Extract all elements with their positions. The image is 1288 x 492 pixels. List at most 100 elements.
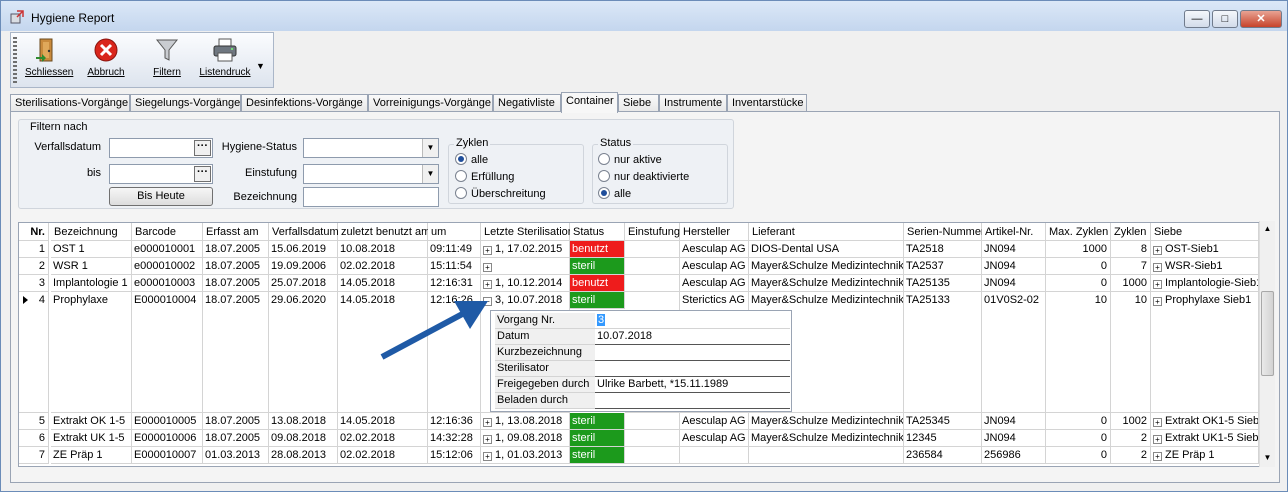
cell-serien[interactable]: 236584	[904, 447, 982, 464]
cell-max[interactable]: 0	[1046, 447, 1111, 464]
cell-serien[interactable]: 12345	[904, 430, 982, 447]
cell-max[interactable]: 10	[1046, 292, 1111, 413]
abbruch-button[interactable]: Abbruch	[84, 37, 128, 87]
cell-erfasst[interactable]: 18.07.2005	[203, 430, 269, 447]
cell-verfall[interactable]: 25.07.2018	[269, 275, 338, 292]
cell-bezeichnung[interactable]: WSR 1	[51, 258, 132, 275]
cell-sterilisation[interactable]: +1, 13.08.2018	[481, 413, 570, 430]
cell-lieferant[interactable]	[749, 447, 904, 464]
cell-einstufung[interactable]	[625, 447, 680, 464]
cell-max[interactable]: 0	[1046, 275, 1111, 292]
cell-zyklen[interactable]: 8	[1111, 241, 1151, 258]
minimize-button[interactable]: —	[1184, 10, 1210, 28]
tab-siegelungs-vorgaenge[interactable]: Siegelungs-Vorgänge	[130, 94, 241, 112]
expand-icon[interactable]: +	[483, 280, 492, 289]
cell-max[interactable]: 1000	[1046, 241, 1111, 258]
lieferant-header[interactable]: Lieferant	[749, 223, 904, 241]
cell-barcode[interactable]: e000010002	[132, 258, 203, 275]
cell-artikel[interactable]: JN094	[982, 241, 1046, 258]
cell-artikel[interactable]: 256986	[982, 447, 1046, 464]
cell-zyklen[interactable]: 10	[1111, 292, 1151, 413]
hygiene-status-dropdown-icon[interactable]: ▼	[422, 139, 438, 157]
cell-artikel[interactable]: JN094	[982, 258, 1046, 275]
cell-verfall[interactable]: 09.08.2018	[269, 430, 338, 447]
cell-hersteller[interactable]: Aesculap AG	[680, 275, 749, 292]
cell-einstufung[interactable]	[625, 275, 680, 292]
cell-artikel[interactable]: 01V0S2-02	[982, 292, 1046, 413]
cell-siebe[interactable]: + Implantologie-Sieb1	[1151, 275, 1259, 292]
cell-status[interactable]: steril	[570, 413, 625, 430]
cell-einstufung[interactable]	[625, 430, 680, 447]
cell-sterilisation[interactable]: +1, 09.08.2018	[481, 430, 570, 447]
hygiene-status-select[interactable]: ▼	[303, 138, 439, 158]
cell-nr[interactable]: 5	[19, 413, 49, 430]
expand-icon[interactable]: +	[1153, 280, 1162, 289]
cell-status[interactable]: benutzt	[570, 275, 625, 292]
siebe-header[interactable]: Siebe	[1151, 223, 1259, 241]
expand-icon[interactable]: +	[483, 452, 492, 461]
cell-sterilisation[interactable]: +1, 10.12.2014	[481, 275, 570, 292]
cell-nr[interactable]: 3	[19, 275, 49, 292]
cell-hersteller[interactable]: Aesculap AG	[680, 430, 749, 447]
cell-hersteller[interactable]: Aesculap AG	[680, 241, 749, 258]
cell-max[interactable]: 0	[1046, 413, 1111, 430]
cell-siebe[interactable]: + Prophylaxe Sieb1	[1151, 292, 1259, 413]
cell-barcode[interactable]: e000010001	[132, 241, 203, 258]
cell-um[interactable]: 12:16:31	[428, 275, 481, 292]
tab-sterilisations-vorgaenge[interactable]: Sterilisations-Vorgänge	[10, 94, 130, 112]
cell-nr[interactable]: 7	[19, 447, 49, 464]
cell-zyklen[interactable]: 1002	[1111, 413, 1151, 430]
cell-siebe[interactable]: + Extrakt OK1-5 Sieb	[1151, 413, 1259, 430]
cell-artikel[interactable]: JN094	[982, 430, 1046, 447]
listendruck-button[interactable]: Listendruck	[199, 37, 251, 87]
detail-value[interactable]	[595, 393, 790, 409]
cell-erfasst[interactable]: 18.07.2005	[203, 292, 269, 413]
detail-value[interactable]: 10.07.2018	[595, 329, 790, 345]
cell-benutzt[interactable]: 10.08.2018	[338, 241, 428, 258]
tab-vorreinigungs-vorgaenge[interactable]: Vorreinigungs-Vorgänge	[368, 94, 493, 112]
cell-benutzt[interactable]: 14.05.2018	[338, 413, 428, 430]
cell-bezeichnung[interactable]: Prophylaxe	[51, 292, 132, 413]
barcode-header[interactable]: Barcode	[132, 223, 203, 241]
cell-siebe[interactable]: + WSR-Sieb1	[1151, 258, 1259, 275]
detail-value[interactable]	[595, 361, 790, 377]
bezeichnung-input[interactable]	[303, 187, 439, 207]
detail-value[interactable]: Ulrike Barbett, *15.11.1989	[595, 377, 790, 393]
cell-sterilisation[interactable]: +1, 01.03.2013	[481, 447, 570, 464]
toolbar-grip[interactable]	[13, 37, 17, 85]
serien-nummer-header[interactable]: Serien-Nummer	[904, 223, 985, 241]
zyklen-erfuellung-radio[interactable]: Erfüllung	[455, 170, 514, 183]
grid-vertical-scrollbar[interactable]: ▲ ▼	[1259, 221, 1275, 467]
expand-icon[interactable]: +	[483, 435, 492, 444]
cell-status[interactable]: steril	[570, 430, 625, 447]
cell-bezeichnung[interactable]: OST 1	[51, 241, 132, 258]
cell-zyklen[interactable]: 2	[1111, 430, 1151, 447]
cell-lieferant[interactable]: Mayer&Schulze Medizintechnik	[749, 258, 904, 275]
tab-instrumente[interactable]: Instrumente	[659, 94, 727, 112]
cell-um[interactable]: 09:11:49	[428, 241, 481, 258]
expand-icon[interactable]: +	[483, 263, 492, 272]
bezeichnung-header[interactable]: Bezeichnung	[51, 223, 132, 241]
cell-um[interactable]: 15:12:06	[428, 447, 481, 464]
cell-siebe[interactable]: + OST-Sieb1	[1151, 241, 1259, 258]
cell-benutzt[interactable]: 02.02.2018	[338, 430, 428, 447]
cell-hersteller[interactable]	[680, 447, 749, 464]
cell-benutzt[interactable]: 02.02.2018	[338, 258, 428, 275]
cell-serien[interactable]: TA25135	[904, 275, 982, 292]
cell-benutzt[interactable]: 14.05.2018	[338, 275, 428, 292]
status-alle-radio[interactable]: alle	[598, 187, 631, 200]
tab-siebe[interactable]: Siebe	[618, 94, 659, 112]
cell-um[interactable]: 12:16:36	[428, 413, 481, 430]
tab-desinfektions-vorgaenge[interactable]: Desinfektions-Vorgänge	[241, 94, 368, 112]
cell-erfasst[interactable]: 18.07.2005	[203, 413, 269, 430]
cell-einstufung[interactable]	[625, 258, 680, 275]
zuletzt-benutzt-header[interactable]: zuletzt benutzt am	[338, 223, 430, 241]
cell-barcode[interactable]: E000010004	[132, 292, 203, 413]
expand-icon[interactable]: +	[1153, 297, 1162, 306]
einstufung-header[interactable]: Einstufung	[625, 223, 680, 241]
cell-serien[interactable]: TA2537	[904, 258, 982, 275]
verfallsdatum-header[interactable]: Verfallsdatum	[269, 223, 339, 241]
cell-um[interactable]: 15:11:54	[428, 258, 481, 275]
expand-icon[interactable]: +	[483, 246, 492, 255]
cell-max[interactable]: 0	[1046, 258, 1111, 275]
